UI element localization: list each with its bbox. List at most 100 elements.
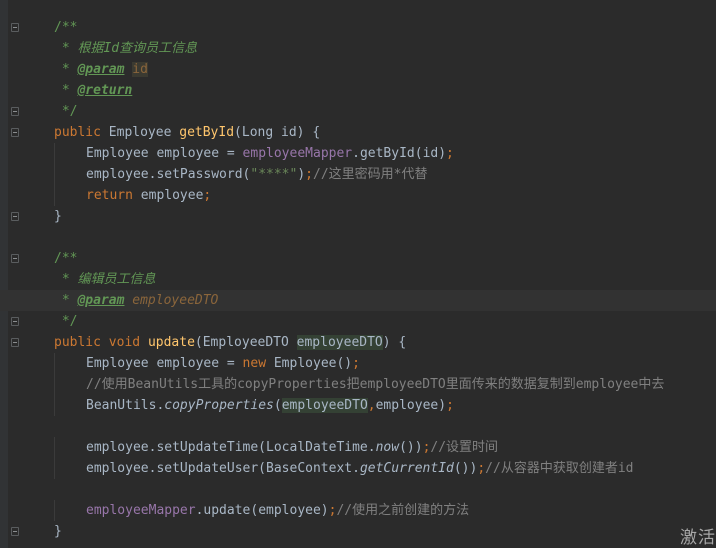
code-line[interactable]: Employee employee = employeeMapper.getBy… <box>0 143 716 164</box>
code-token: @param <box>77 293 125 308</box>
code-line[interactable]: } <box>0 521 716 542</box>
indent-guide <box>54 353 55 374</box>
code-line[interactable]: employee.setPassword("****");//这里密码用*代替 <box>0 164 716 185</box>
code-text: */ <box>54 311 78 332</box>
code-line[interactable]: } <box>0 206 716 227</box>
code-token: */ <box>54 314 78 329</box>
code-text: */ <box>54 101 78 122</box>
code-text: /** <box>54 248 77 269</box>
code-line[interactable]: * @return <box>0 80 716 101</box>
code-token: (EmployeeDTO <box>194 335 297 350</box>
code-token: BeanUtils. <box>86 398 165 413</box>
code-line[interactable]: */ <box>0 101 716 122</box>
fold-toggle-icon[interactable] <box>11 128 19 137</box>
code-token: ; <box>446 398 454 413</box>
fold-toggle-icon[interactable] <box>11 317 19 326</box>
code-token: employeeDTO <box>281 398 368 413</box>
code-text: } <box>54 206 62 227</box>
code-token: employeeMapper <box>242 146 353 161</box>
code-token: ; <box>477 461 486 476</box>
code-line[interactable]: BeanUtils.copyProperties(employeeDTO,emp… <box>0 395 716 416</box>
code-line[interactable]: * @param id <box>0 59 716 80</box>
indent-guide <box>54 395 55 416</box>
code-text: public Employee getById(Long id) { <box>54 122 320 143</box>
code-token: Employee <box>108 125 180 140</box>
code-token: employee.setPassword( <box>86 167 251 182</box>
code-text: * @param id <box>54 59 148 80</box>
code-token: Employee employee = <box>86 146 243 161</box>
code-token: */ <box>54 104 78 119</box>
code-token: /** <box>54 251 78 266</box>
code-token: .getById(id) <box>352 146 447 161</box>
code-token: , <box>367 398 376 413</box>
code-text: employee.setUpdateTime(LocalDateTime.now… <box>54 437 499 458</box>
code-token: employee) <box>375 398 447 413</box>
code-token: employee.setUpdateUser(BaseContext. <box>86 461 360 476</box>
code-token: "****" <box>250 167 298 182</box>
code-token: //从容器中获取创建者id <box>485 461 634 476</box>
code-token: getById <box>179 125 235 140</box>
code-token: * <box>54 272 78 287</box>
code-line[interactable]: Employee employee = new Employee(); <box>0 353 716 374</box>
code-token: ) { <box>382 335 407 350</box>
code-token: ) <box>297 167 306 182</box>
code-text: public void update(EmployeeDTO employeeD… <box>54 332 406 353</box>
code-text: * @return <box>54 80 132 101</box>
code-text: return employee; <box>54 185 212 206</box>
code-line[interactable]: employee.setUpdateTime(LocalDateTime.now… <box>0 437 716 458</box>
fold-toggle-icon[interactable] <box>11 107 19 116</box>
code-token: @param <box>77 62 125 77</box>
fold-toggle-icon[interactable] <box>11 338 19 347</box>
code-text: //使用BeanUtils工具的copyProperties把employeeD… <box>54 374 664 395</box>
code-text: Employee employee = employeeMapper.getBy… <box>54 143 454 164</box>
code-line[interactable]: */ <box>0 311 716 332</box>
indent-guide <box>54 500 55 521</box>
code-line[interactable] <box>0 416 716 437</box>
code-token: //设置时间 <box>430 440 499 455</box>
code-token: (Long id) { <box>234 125 321 140</box>
code-token: employee.setUpdateTime(LocalDateTime. <box>86 440 376 455</box>
code-token: ; <box>305 167 313 182</box>
code-text: employee.setPassword("****");//这里密码用*代替 <box>54 164 427 185</box>
code-line[interactable]: return employee; <box>0 185 716 206</box>
code-token: @return <box>77 83 133 98</box>
code-line[interactable] <box>0 479 716 500</box>
code-line[interactable]: public void update(EmployeeDTO employeeD… <box>0 332 716 353</box>
code-line[interactable]: public Employee getById(Long id) { <box>0 122 716 143</box>
indent-guide <box>54 164 55 185</box>
indent-guide <box>54 185 55 206</box>
code-token: 编辑员工信息 <box>77 272 156 287</box>
code-text: * @param employeeDTO <box>54 290 219 311</box>
code-text: employeeMapper.update(employee);//使用之前创建… <box>54 500 470 521</box>
fold-toggle-icon[interactable] <box>11 23 19 32</box>
code-token: .update(employee) <box>195 503 329 518</box>
code-text: Employee employee = new Employee(); <box>54 353 360 374</box>
code-token: ; <box>446 146 454 161</box>
code-text: } <box>54 521 62 542</box>
code-line[interactable]: /** <box>0 17 716 38</box>
code-token: Employee() <box>273 356 353 371</box>
code-token: id <box>132 62 148 77</box>
code-token: //使用之前创建的方法 <box>336 503 470 518</box>
fold-toggle-icon[interactable] <box>11 254 19 263</box>
code-token: ()) <box>453 461 478 476</box>
code-token: return <box>86 188 141 203</box>
fold-toggle-icon[interactable] <box>11 527 19 536</box>
code-token: * <box>54 293 78 308</box>
fold-toggle-icon[interactable] <box>11 212 19 221</box>
code-line[interactable]: * @param employeeDTO <box>0 290 716 311</box>
code-line[interactable]: /** <box>0 248 716 269</box>
code-line[interactable]: employee.setUpdateUser(BaseContext.getCu… <box>0 458 716 479</box>
code-line[interactable] <box>0 227 716 248</box>
code-token: void <box>108 335 148 350</box>
code-token: * <box>54 62 78 77</box>
code-token: update <box>147 335 195 350</box>
code-token: ; <box>352 356 360 371</box>
code-line[interactable]: employeeMapper.update(employee);//使用之前创建… <box>0 500 716 521</box>
code-token: ()) <box>399 440 423 455</box>
code-line[interactable]: * 编辑员工信息 <box>0 269 716 290</box>
code-line[interactable]: * 根据Id查询员工信息 <box>0 38 716 59</box>
code-token: ; <box>203 188 212 203</box>
indent-guide <box>54 374 55 395</box>
code-line[interactable]: //使用BeanUtils工具的copyProperties把employeeD… <box>0 374 716 395</box>
